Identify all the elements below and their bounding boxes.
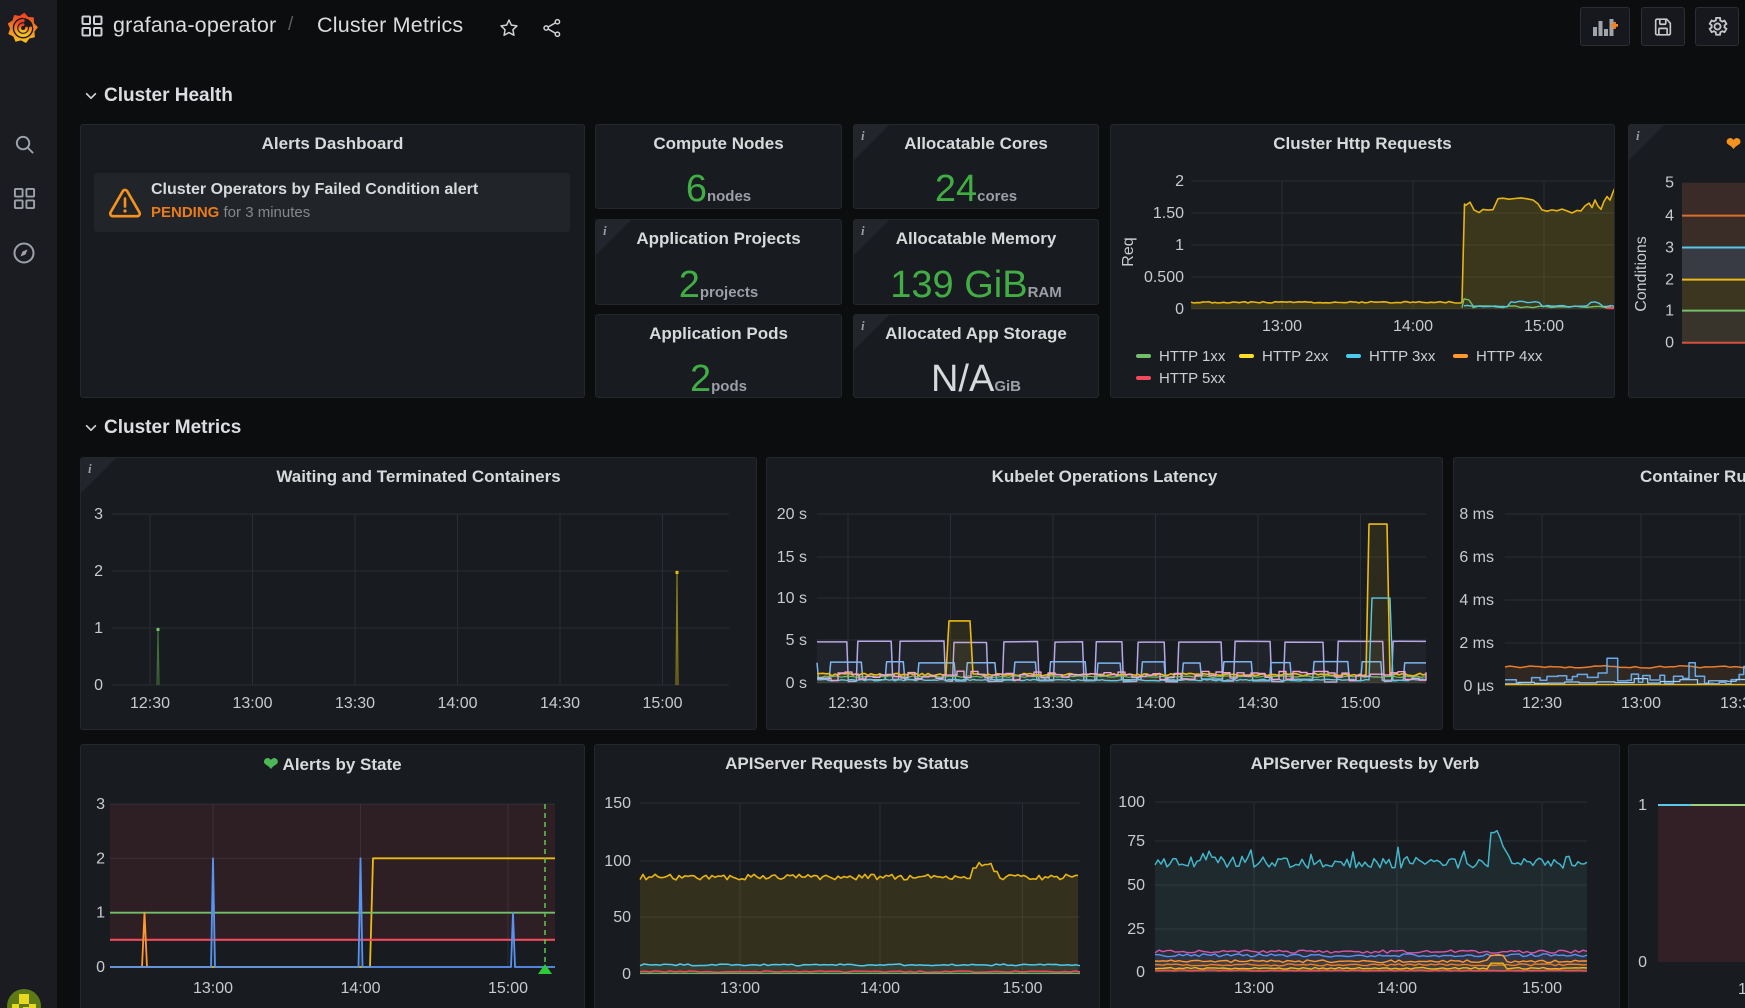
svg-text:1: 1 [1665,303,1674,320]
svg-text:75: 75 [1127,833,1145,850]
svg-text:1: 1 [1175,237,1184,254]
svg-text:2: 2 [1175,173,1184,190]
svg-text:2 ms: 2 ms [1459,635,1494,652]
svg-text:3: 3 [1665,240,1674,257]
svg-text:14:30: 14:30 [1238,695,1278,712]
svg-text:15:00: 15:00 [1522,980,1562,997]
svg-text:14:00: 14:00 [340,980,380,997]
svg-text:4 ms: 4 ms [1459,592,1494,609]
svg-text:15:00: 15:00 [1340,695,1380,712]
svg-text:13:00: 13:00 [1262,318,1302,335]
svg-text:13:00: 13:00 [930,695,970,712]
svg-text:8 ms: 8 ms [1459,506,1494,523]
svg-text:14:30: 14:30 [540,695,580,712]
svg-text:HTTP 3xx: HTTP 3xx [1369,348,1436,365]
svg-text:14:00: 14:00 [1135,695,1175,712]
svg-text:HTTP 4xx: HTTP 4xx [1476,348,1543,365]
svg-text:0: 0 [1175,301,1184,318]
svg-text:0: 0 [96,959,105,976]
svg-text:13:00: 13:00 [1621,695,1661,712]
svg-text:12:30: 12:30 [130,695,170,712]
svg-text:2: 2 [96,850,105,867]
svg-text:HTTP 1xx: HTTP 1xx [1159,348,1226,365]
svg-text:4: 4 [1665,208,1674,225]
svg-text:15:00: 15:00 [642,695,682,712]
svg-text:100: 100 [1118,794,1145,811]
svg-text:12:30: 12:30 [1522,695,1562,712]
svg-text:10 s: 10 s [777,590,807,607]
svg-text:5 s: 5 s [786,632,807,649]
svg-text:25: 25 [1127,921,1145,938]
svg-text:13:00: 13:00 [193,980,233,997]
svg-text:13:00: 13:00 [232,695,272,712]
svg-text:3: 3 [96,796,105,813]
svg-text:13:00: 13:00 [1234,980,1274,997]
svg-text:6 ms: 6 ms [1459,549,1494,566]
svg-text:0: 0 [1136,964,1145,981]
svg-text:13:30: 13:30 [1033,695,1073,712]
svg-text:Req: Req [1120,237,1137,266]
svg-text:14:00: 14:00 [437,695,477,712]
svg-text:12:30: 12:30 [828,695,868,712]
svg-text:HTTP 5xx: HTTP 5xx [1159,370,1226,387]
svg-text:1: 1 [94,620,103,637]
svg-text:0: 0 [622,966,631,983]
svg-text:15:00: 15:00 [488,980,528,997]
svg-text:13:30: 13:30 [1720,695,1745,712]
svg-text:0: 0 [1638,954,1647,971]
svg-text:HTTP 2xx: HTTP 2xx [1262,348,1329,365]
svg-text:15:00: 15:00 [1738,981,1745,998]
svg-text:Conditions: Conditions [1633,236,1650,312]
svg-text:5: 5 [1665,175,1674,192]
svg-text:1: 1 [1638,797,1647,814]
svg-text:1: 1 [96,905,105,922]
svg-text:14:00: 14:00 [860,980,900,997]
svg-text:0 µs: 0 µs [1463,678,1494,695]
svg-text:100: 100 [604,853,631,870]
svg-text:50: 50 [613,909,631,926]
svg-text:15 s: 15 s [777,549,807,566]
svg-text:50: 50 [1127,877,1145,894]
svg-text:0: 0 [1665,335,1674,352]
svg-text:15:00: 15:00 [1524,318,1564,335]
svg-text:3: 3 [94,506,103,523]
svg-text:0.500: 0.500 [1144,269,1184,286]
svg-text:0 s: 0 s [786,675,807,692]
svg-text:13:00: 13:00 [720,980,760,997]
svg-text:14:00: 14:00 [1393,318,1433,335]
svg-text:14:00: 14:00 [1377,980,1417,997]
svg-text:15:00: 15:00 [1002,980,1042,997]
svg-text:150: 150 [604,795,631,812]
svg-text:0: 0 [94,677,103,694]
svg-text:13:30: 13:30 [335,695,375,712]
svg-text:2: 2 [94,563,103,580]
svg-text:2: 2 [1665,272,1674,289]
svg-text:1.50: 1.50 [1153,205,1184,222]
svg-text:20 s: 20 s [777,506,807,523]
